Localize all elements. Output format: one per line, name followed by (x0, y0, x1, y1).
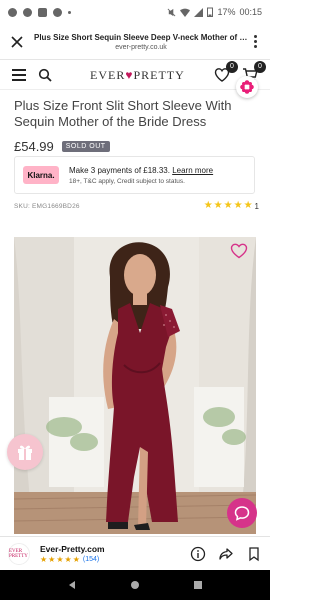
star-icon: ★ (48, 554, 56, 564)
tab-title-block: Plus Size Short Sequin Sleeve Deep V-nec… (34, 33, 248, 51)
wishlist-button[interactable]: 0 (214, 60, 238, 83)
chat-icon (234, 506, 250, 521)
hamburger-line (12, 68, 26, 71)
close-icon (11, 35, 23, 48)
recents-icon[interactable] (193, 580, 203, 590)
star-icon: ★ (64, 554, 72, 564)
star-icon: ★ (233, 200, 243, 211)
floating-promo-button[interactable] (236, 76, 258, 98)
page-url: ever-pretty.co.uk (115, 43, 167, 51)
site-logo[interactable]: EVER♥PRETTY (90, 68, 185, 83)
chat-button[interactable] (227, 498, 257, 528)
star-icon: ★ (56, 554, 64, 564)
clock: 00:15 (239, 7, 262, 17)
more-dot (253, 40, 257, 43)
klarna-text: Make 3 payments of £18.33. Learn more 18… (69, 166, 213, 185)
whatsapp-icon (53, 7, 62, 17)
home-icon[interactable] (130, 580, 140, 590)
more-notifications-icon (68, 10, 71, 14)
product-image[interactable] (14, 237, 256, 534)
system-navigation-bar (0, 570, 270, 600)
battery-level: 17% (217, 7, 236, 17)
klarna-message: Make 3 payments of £18.33. (69, 165, 170, 175)
more-dot (253, 45, 257, 48)
app-name: Ever-Pretty.com (40, 543, 105, 554)
status-bar: 17% 00:15 (0, 0, 270, 24)
signal-icon (194, 7, 204, 17)
close-tab-button[interactable] (8, 33, 26, 51)
star-icon: ★ (203, 200, 213, 211)
wishlist-count-badge: 0 (226, 60, 238, 73)
half-star-icon: ★ (72, 554, 80, 564)
overflow-menu-button[interactable] (248, 33, 262, 51)
app-info: Ever-Pretty.com ★ ★ ★ ★ ★ (154) (40, 544, 105, 564)
sku-rating-row: SKU: EMG1669BD26 ★ ★ ★ ★ ★ 1 (14, 201, 259, 211)
system-status: 17% 00:15 (167, 7, 262, 17)
mute-icon (168, 8, 176, 16)
klarna-message-line: Make 3 payments of £18.33. Learn more (69, 166, 213, 175)
review-count: 1 (254, 201, 259, 211)
search-icon[interactable] (38, 68, 52, 82)
browser-tab-header: Plus Size Short Sequin Sleeve Deep V-nec… (0, 24, 270, 60)
gift-icon (18, 445, 32, 460)
wifi-icon (180, 8, 191, 17)
star-icon: ★ (223, 200, 233, 211)
klarna-payment-box: Klarna. Make 3 payments of £18.33. Learn… (14, 156, 255, 194)
star-icon: ★ (243, 200, 253, 211)
menu-button[interactable] (12, 68, 26, 81)
price-row: £54.99 SOLD OUT (14, 139, 110, 154)
klarna-logo: Klarna. (23, 166, 59, 184)
battery-icon (207, 7, 214, 17)
bookmark-icon[interactable] (246, 546, 262, 562)
page-title: Plus Size Short Sequin Sleeve Deep V-nec… (34, 32, 248, 42)
klarna-subtext: 18+, T&C apply, Credit subject to status… (69, 177, 185, 185)
product-rating[interactable]: ★ ★ ★ ★ ★ 1 (204, 201, 259, 211)
product-sku: SKU: EMG1669BD26 (14, 202, 80, 210)
star-icon: ★ (40, 554, 48, 564)
app-logo: EVER PRETTY (8, 542, 30, 565)
notification-icons (8, 7, 71, 17)
app-install-banner[interactable]: EVER PRETTY Ever-Pretty.com ★ ★ ★ ★ ★ (1… (0, 536, 270, 570)
logo-text-left: EVER (90, 68, 126, 82)
more-dot (253, 35, 257, 38)
site-header: EVER♥PRETTY 0 0 (0, 60, 270, 90)
product-photo (14, 237, 256, 534)
messages-icon (23, 7, 32, 17)
hamburger-line (12, 73, 26, 76)
app-rating-count: (154) (82, 556, 100, 563)
product-price: £54.99 (14, 139, 54, 154)
share-icon[interactable] (218, 546, 234, 562)
cart-count-badge: 0 (254, 60, 266, 73)
klarna-learn-more-link[interactable]: Learn more (172, 166, 213, 175)
product-title: Plus Size Front Slit Short Sleeve With S… (14, 98, 232, 129)
back-icon[interactable] (67, 580, 77, 590)
info-icon[interactable] (190, 546, 206, 562)
youtube-icon (38, 7, 47, 17)
logo-text-right: PRETTY (133, 68, 185, 82)
gift-promo-button[interactable] (7, 434, 43, 470)
add-to-wishlist-button[interactable] (230, 243, 248, 259)
hamburger-line (12, 78, 26, 81)
sold-out-badge: SOLD OUT (61, 141, 110, 152)
banner-actions (190, 546, 262, 562)
pinwheel-icon (240, 80, 254, 94)
app-rating: ★ ★ ★ ★ ★ (154) (40, 554, 105, 564)
star-icon: ★ (213, 200, 223, 211)
heart-outline-icon (230, 243, 248, 259)
messenger-icon (8, 7, 17, 17)
